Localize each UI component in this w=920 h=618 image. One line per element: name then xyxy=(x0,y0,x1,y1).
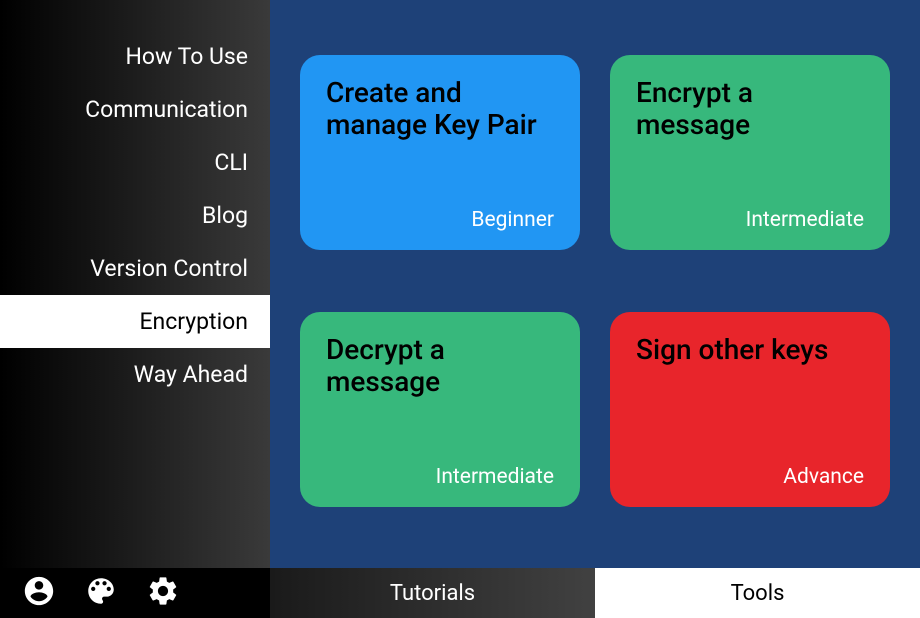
gear-icon[interactable] xyxy=(146,574,180,612)
card-level: Intermediate xyxy=(636,208,864,232)
sidebar-item-encryption[interactable]: Encryption xyxy=(0,295,270,348)
card-level: Intermediate xyxy=(326,465,554,489)
card-decrypt-message[interactable]: Decrypt a message Intermediate xyxy=(300,312,580,507)
card-create-manage-key-pair[interactable]: Create and manage Key Pair Beginner xyxy=(300,55,580,250)
bottom-tabs: Tutorials Tools xyxy=(270,568,920,618)
card-title: Decrypt a message xyxy=(326,334,554,398)
bottom-bar: Tutorials Tools xyxy=(0,568,920,618)
card-level: Advance xyxy=(636,465,864,489)
tab-tutorials[interactable]: Tutorials xyxy=(270,568,595,618)
sidebar-item-version-control[interactable]: Version Control xyxy=(0,242,270,295)
card-level: Beginner xyxy=(326,208,554,232)
sidebar-item-communication[interactable]: Communication xyxy=(0,83,270,136)
card-encrypt-message[interactable]: Encrypt a message Intermediate xyxy=(610,55,890,250)
card-title: Sign other keys xyxy=(636,334,864,366)
card-title: Encrypt a message xyxy=(636,77,864,141)
sidebar-item-how-to-use[interactable]: How To Use xyxy=(0,30,270,83)
card-sign-other-keys[interactable]: Sign other keys Advance xyxy=(610,312,890,507)
palette-icon[interactable] xyxy=(84,574,118,612)
sidebar-item-cli[interactable]: CLI xyxy=(0,136,270,189)
sidebar: How To Use Communication CLI Blog Versio… xyxy=(0,0,270,568)
bottom-icons xyxy=(0,568,270,618)
tab-tools[interactable]: Tools xyxy=(595,568,920,618)
content-area: Create and manage Key Pair Beginner Encr… xyxy=(270,0,920,568)
card-title: Create and manage Key Pair xyxy=(326,77,554,141)
sidebar-item-blog[interactable]: Blog xyxy=(0,189,270,242)
user-icon[interactable] xyxy=(22,574,56,612)
sidebar-item-way-ahead[interactable]: Way Ahead xyxy=(0,348,270,401)
